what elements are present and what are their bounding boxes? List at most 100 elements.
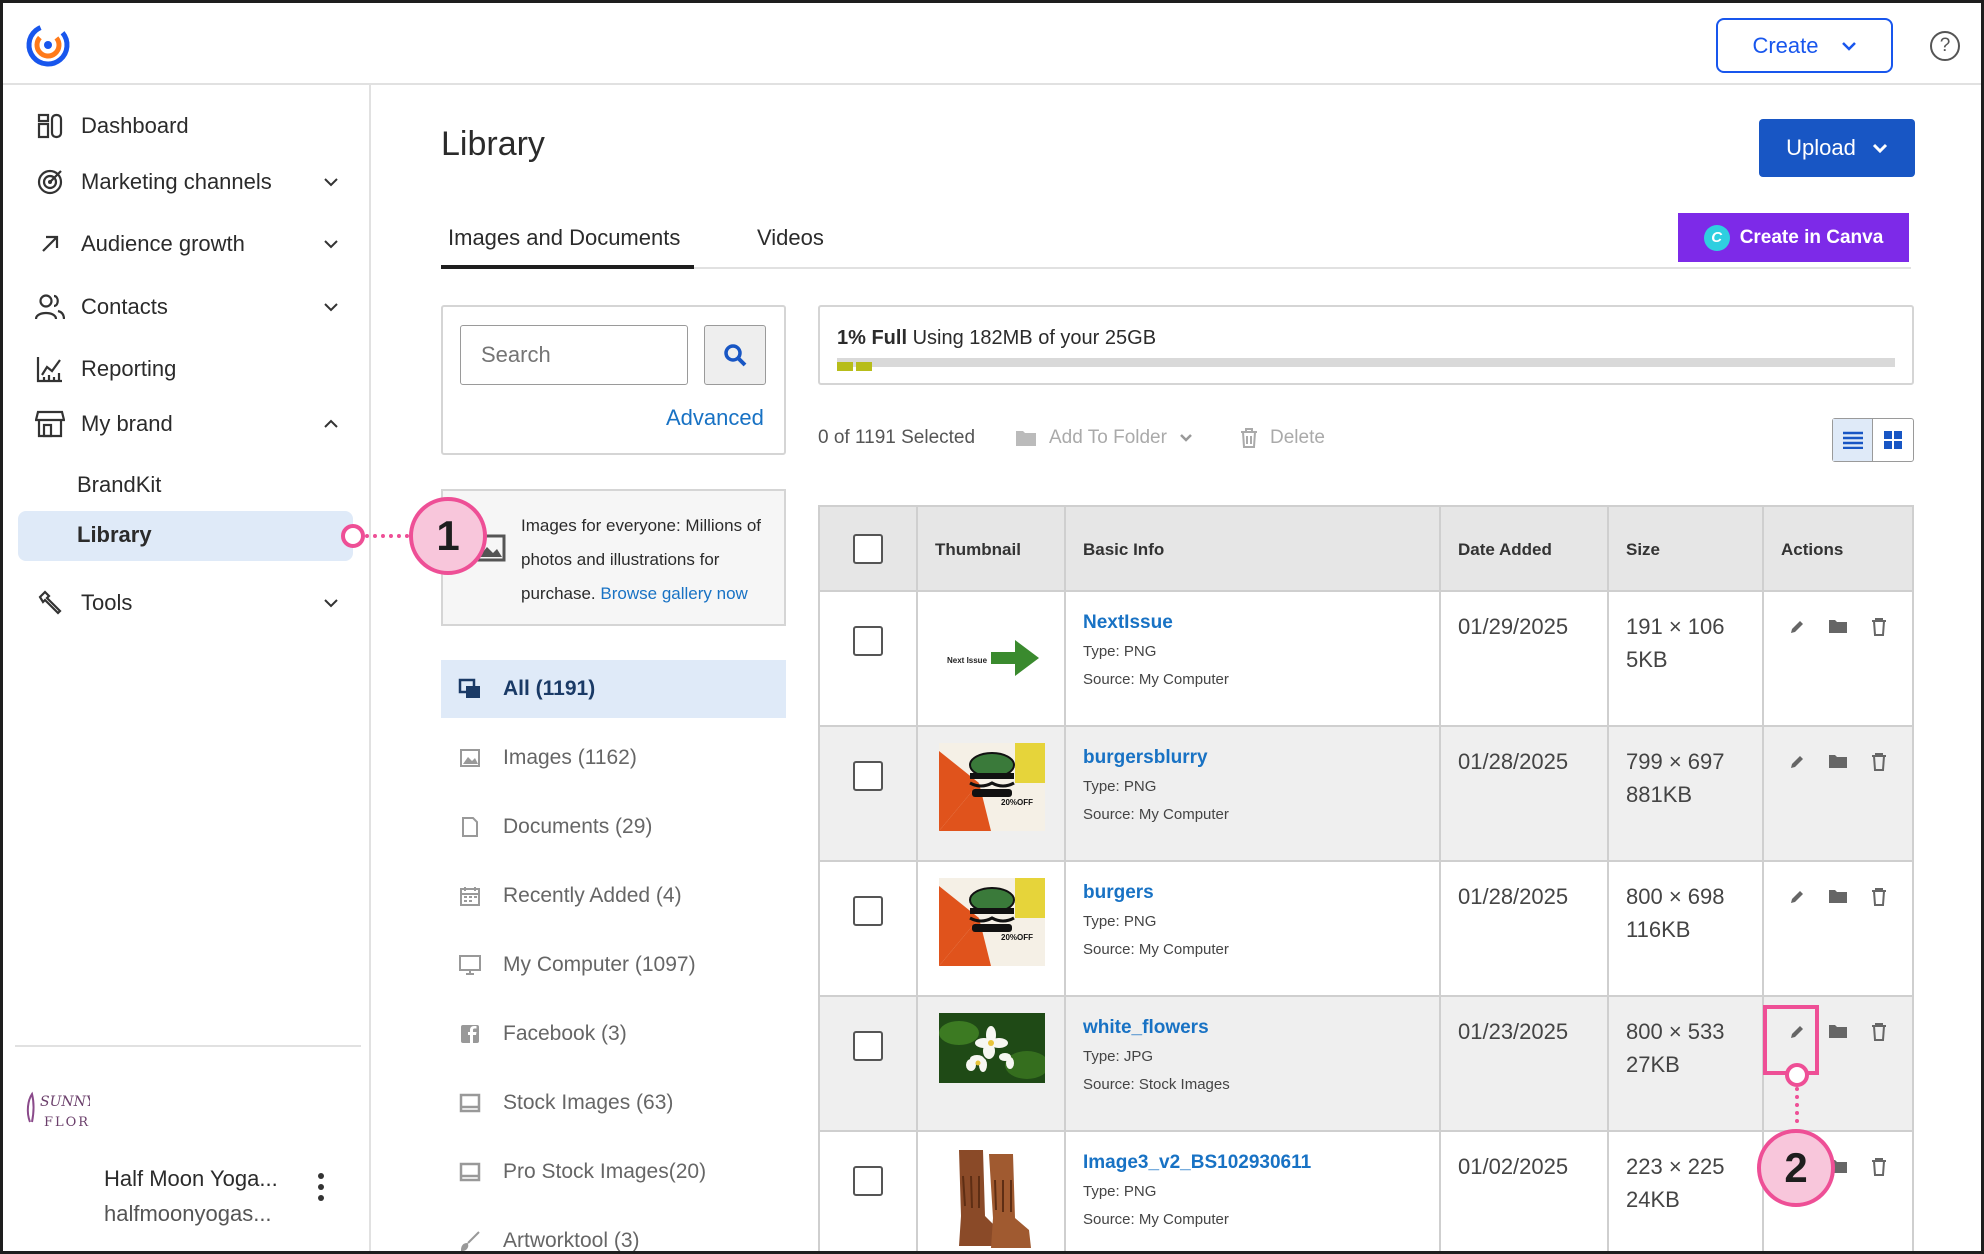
row-checkbox[interactable] <box>853 896 883 926</box>
table-row[interactable]: 20%OFF burgersblurry Type: PNG Source: M… <box>820 727 1912 862</box>
category-facebook[interactable]: Facebook (3) <box>441 1005 786 1063</box>
trash-icon[interactable] <box>1871 1023 1887 1041</box>
category-recently-added[interactable]: Recently Added (4) <box>441 867 786 925</box>
white-flowers-thumbnail[interactable] <box>939 1013 1045 1083</box>
delete-label: Delete <box>1270 427 1325 448</box>
category-artworktool[interactable]: Artworktool (3) <box>441 1212 786 1251</box>
list-view-icon <box>1842 431 1863 449</box>
sidebar-item-library[interactable]: Library <box>77 522 152 548</box>
column-header-basic-info: Basic Info <box>1083 540 1165 559</box>
category-images[interactable]: Images (1162) <box>441 729 786 787</box>
category-my-computer[interactable]: My Computer (1097) <box>441 936 786 994</box>
date-cell: 01/28/2025 <box>1441 727 1609 860</box>
category-documents[interactable]: Documents (29) <box>441 798 786 856</box>
search-input[interactable] <box>460 325 688 385</box>
trash-icon[interactable] <box>1871 888 1887 906</box>
boots-thumbnail[interactable] <box>939 1146 1045 1252</box>
file-name-link[interactable]: burgers <box>1083 882 1154 904</box>
trash-icon[interactable] <box>1871 753 1887 771</box>
category-pro-stock-images[interactable]: Pro Stock Images(20) <box>441 1143 786 1201</box>
search-button[interactable] <box>704 325 766 385</box>
size-cell: 800 × 533 27KB <box>1609 997 1764 1130</box>
edit-icon[interactable] <box>1788 888 1806 906</box>
stock-image-icon <box>457 1162 483 1182</box>
header-cell: Size <box>1609 507 1764 590</box>
create-in-canva-button[interactable]: C Create in Canva <box>1678 213 1909 262</box>
account-logo[interactable]: SUNNY'S FLORIST <box>22 1082 90 1140</box>
sidebar-item-my-brand[interactable]: My brand <box>33 404 353 444</box>
account-menu-icon[interactable] <box>316 1173 326 1206</box>
sidebar-item-reporting[interactable]: Reporting <box>33 349 353 389</box>
actions-cell <box>1764 862 1912 995</box>
file-type: Type: PNG <box>1083 778 1157 795</box>
list-view-button[interactable] <box>1833 419 1874 461</box>
image-icon <box>457 748 483 768</box>
help-icon[interactable]: ? <box>1930 31 1960 61</box>
date-cell: 01/29/2025 <box>1441 592 1609 725</box>
row-checkbox[interactable] <box>853 1031 883 1061</box>
sidebar-item-dashboard[interactable]: Dashboard <box>33 106 353 146</box>
storage-bar-track <box>837 358 1895 367</box>
date-added: 01/28/2025 <box>1458 749 1569 774</box>
advanced-search-link[interactable]: Advanced <box>666 405 764 431</box>
date-added: 01/28/2025 <box>1458 884 1569 909</box>
folder-icon[interactable] <box>1828 753 1848 769</box>
burgers-thumbnail[interactable]: 20%OFF <box>939 878 1045 966</box>
browse-gallery-link[interactable]: Browse gallery now <box>600 584 747 603</box>
header-cell: Date Added <box>1441 507 1609 590</box>
file-name-link[interactable]: burgersblurry <box>1083 747 1208 769</box>
tab-videos[interactable]: Videos <box>757 225 824 251</box>
folder-icon[interactable] <box>1828 888 1848 904</box>
create-button[interactable]: Create <box>1716 18 1893 73</box>
date-added: 01/23/2025 <box>1458 1019 1569 1044</box>
add-to-folder-button[interactable]: Add To Folder <box>1015 427 1193 449</box>
category-stock-images[interactable]: Stock Images (63) <box>441 1074 786 1132</box>
upload-button[interactable]: Upload <box>1759 119 1915 177</box>
search-icon <box>724 344 747 367</box>
callout-2-leader <box>1795 1087 1799 1123</box>
row-checkbox[interactable] <box>853 1166 883 1196</box>
file-name-link[interactable]: Image3_v2_BS102930611 <box>1083 1152 1311 1174</box>
trash-icon[interactable] <box>1871 1158 1887 1176</box>
sidebar-item-tools[interactable]: Tools <box>33 583 353 623</box>
file-source: Source: My Computer <box>1083 1211 1229 1228</box>
burgersblurry-thumbnail[interactable]: 20%OFF <box>939 743 1045 831</box>
table-row[interactable]: white_flowers Type: JPG Source: Stock Im… <box>820 997 1912 1132</box>
nextissue-thumbnail[interactable]: Next Issue <box>939 614 1045 702</box>
category-all[interactable]: All (1191) <box>441 660 786 718</box>
chevron-down-icon <box>324 240 338 249</box>
row-checkbox[interactable] <box>853 626 883 656</box>
folder-icon <box>1016 431 1036 446</box>
date-cell: 01/28/2025 <box>1441 862 1609 995</box>
folder-icon[interactable] <box>1828 618 1848 634</box>
table-row[interactable]: Image3_v2_BS102930611 Type: PNG Source: … <box>820 1132 1912 1252</box>
grid-view-button[interactable] <box>1873 419 1913 461</box>
sidebar-item-audience-growth[interactable]: Audience growth <box>33 224 353 264</box>
row-select-cell <box>820 727 918 860</box>
callout-2: 2 <box>1757 1129 1835 1207</box>
sidebar-item-marketing-channels[interactable]: Marketing channels <box>33 162 353 202</box>
constant-contact-logo[interactable] <box>25 22 71 68</box>
folder-icon[interactable] <box>1828 1023 1848 1039</box>
delete-button[interactable]: Delete <box>1240 427 1325 449</box>
image-dimensions: 191 × 106 <box>1626 614 1725 639</box>
active-tab-indicator <box>441 265 694 269</box>
basic-info-cell: NextIssue Type: PNG Source: My Computer <box>1066 592 1441 725</box>
sidebar-item-contacts[interactable]: Contacts <box>33 287 353 327</box>
tab-images-and-documents[interactable]: Images and Documents <box>448 225 680 251</box>
file-name-link[interactable]: NextIssue <box>1083 612 1173 634</box>
wrench-icon <box>33 586 67 620</box>
account-name[interactable]: Half Moon Yoga... <box>104 1166 278 1192</box>
row-checkbox[interactable] <box>853 761 883 791</box>
table-row[interactable]: Next Issue NextIssue Type: PNG Source: M… <box>820 592 1912 727</box>
trash-icon[interactable] <box>1871 618 1887 636</box>
edit-icon[interactable] <box>1788 753 1806 771</box>
edit-icon[interactable] <box>1788 618 1806 636</box>
chevron-down-icon <box>324 599 338 608</box>
file-source: Source: My Computer <box>1083 941 1229 958</box>
select-all-checkbox[interactable] <box>853 534 883 564</box>
file-name-link[interactable]: white_flowers <box>1083 1017 1209 1039</box>
sidebar-item-brandkit[interactable]: BrandKit <box>77 472 161 498</box>
table-row[interactable]: 20%OFF burgers Type: PNG Source: My Comp… <box>820 862 1912 997</box>
sidebar-item-label: Contacts <box>81 294 168 319</box>
